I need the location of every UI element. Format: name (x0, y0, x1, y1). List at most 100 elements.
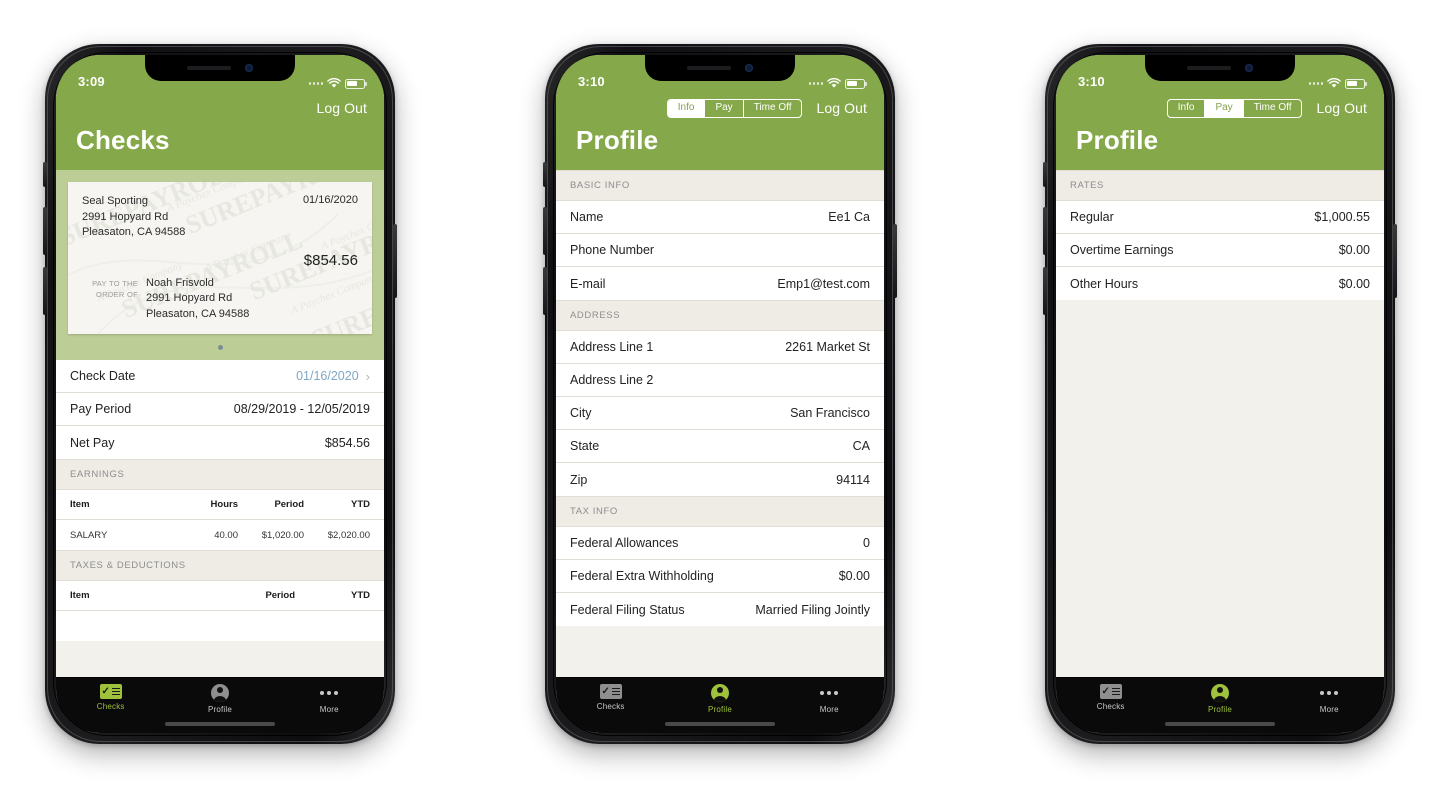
status-clock: 3:10 (1078, 74, 1105, 89)
segment-time-off[interactable]: Time Off (1244, 100, 1302, 117)
segment-info[interactable]: Info (667, 99, 706, 117)
power-button[interactable] (1393, 224, 1397, 298)
row-email[interactable]: E-mail Emp1@test.com (556, 267, 884, 300)
more-icon (818, 684, 840, 702)
tab-more[interactable]: More (275, 684, 384, 714)
wifi-icon (327, 78, 341, 89)
tab-label: More (319, 705, 339, 714)
row-value: $0.00 (838, 569, 870, 583)
volume-down-button[interactable] (43, 267, 47, 315)
check-payee-name: Noah Frisvold (146, 276, 214, 289)
volume-up-button[interactable] (43, 207, 47, 255)
row-other-hours[interactable]: Other Hours $0.00 (1056, 267, 1384, 300)
header-top-bar: Info Pay Time Off Log Out (556, 93, 884, 123)
phone-device-checks: 3:09 Log Out Checks SUREPAYROLL SUREPAYR… (43, 44, 397, 744)
checks-icon: ✓ (99, 684, 122, 699)
tab-checks[interactable]: ✓ Checks (1056, 684, 1165, 711)
segment-info[interactable]: Info (1168, 99, 1206, 117)
section-header-basic-info: BASIC INFO (556, 170, 884, 201)
row-value: Ee1 Ca (828, 210, 870, 224)
home-indicator[interactable] (665, 722, 775, 726)
row-pay-period: Pay Period 08/29/2019 - 12/05/2019 (56, 393, 384, 426)
check-payee-city: Pleasaton, CA 94588 (146, 308, 250, 321)
status-indicators (1308, 78, 1367, 89)
app-header-checks: Log Out Checks (56, 93, 384, 170)
page-title: Profile (1076, 125, 1159, 155)
tab-more[interactable]: More (1275, 684, 1384, 714)
mute-switch[interactable] (1043, 162, 1047, 187)
check-amount: $854.56 (303, 251, 358, 269)
row-phone-number[interactable]: Phone Number (556, 234, 884, 267)
section-header-rates: RATES (1056, 170, 1384, 201)
tab-checks[interactable]: ✓ Checks (56, 684, 165, 711)
col-ytd: YTD (351, 590, 370, 601)
row-federal-allowances[interactable]: Federal Allowances 0 (556, 527, 884, 560)
check-company-city: Pleasaton, CA 94588 (82, 226, 186, 239)
volume-down-button[interactable] (543, 267, 547, 315)
mute-switch[interactable] (43, 162, 47, 187)
row-label: State (570, 439, 600, 453)
segment-pay[interactable]: Pay (1205, 99, 1244, 117)
tab-label: Profile (707, 705, 733, 714)
row-check-date[interactable]: Check Date 01/16/2020 › (56, 360, 384, 393)
tab-profile[interactable]: Profile (665, 684, 774, 714)
row-city[interactable]: City San Francisco (556, 397, 884, 430)
checks-icon: ✓ (599, 684, 622, 699)
volume-down-button[interactable] (1043, 267, 1047, 315)
tab-profile[interactable]: Profile (1165, 684, 1274, 714)
mute-switch[interactable] (543, 162, 547, 187)
segment-pay[interactable]: Pay (705, 99, 744, 117)
logout-button[interactable]: Log Out (816, 100, 867, 116)
row-name[interactable]: Name Ee1 Ca (556, 201, 884, 234)
col-item: Item (70, 590, 90, 601)
cell-ytd: $2,020.00 (327, 529, 370, 541)
wifi-icon (1327, 78, 1341, 89)
app-header-profile: Info Pay Time Off Log Out Profile (1056, 93, 1384, 170)
segment-time-off[interactable]: Time Off (744, 100, 802, 117)
chevron-right-icon: › (365, 368, 370, 384)
row-value: 0 (863, 536, 870, 550)
row-address-line-1[interactable]: Address Line 1 2261 Market St (556, 331, 884, 364)
status-clock: 3:09 (78, 74, 105, 89)
row-label: Federal Allowances (570, 536, 679, 550)
home-indicator[interactable] (165, 722, 275, 726)
check-payto-block: PAY TO THE ORDER OF Noah Frisvold 2991 H… (82, 276, 358, 323)
check-image-card[interactable]: SUREPAYROLL SUREPAYROLL SUREPAYROLL SURE… (68, 182, 372, 334)
row-federal-filing-status[interactable]: Federal Filing Status Married Filing Joi… (556, 593, 884, 626)
row-label: Address Line 1 (570, 340, 654, 354)
checks-icon: ✓ (1099, 684, 1122, 699)
tab-label: More (819, 705, 839, 714)
profile-icon (210, 684, 229, 702)
row-label: E-mail (570, 276, 606, 291)
row-label: Other Hours (1070, 276, 1139, 291)
pay-to-the-order-of-label: PAY TO THE ORDER OF (82, 276, 138, 323)
logout-button[interactable]: Log Out (316, 100, 367, 116)
more-icon (318, 684, 340, 702)
volume-up-button[interactable] (1043, 207, 1047, 255)
row-state[interactable]: State CA (556, 430, 884, 463)
tab-profile[interactable]: Profile (165, 684, 274, 714)
power-button[interactable] (393, 224, 397, 298)
row-overtime-earnings[interactable]: Overtime Earnings $0.00 (1056, 234, 1384, 267)
logout-button[interactable]: Log Out (1316, 100, 1367, 116)
cell-period: $1,020.00 (261, 529, 304, 541)
tab-more[interactable]: More (775, 684, 884, 714)
app-header-profile: Info Pay Time Off Log Out Profile (556, 93, 884, 170)
volume-up-button[interactable] (543, 207, 547, 255)
home-indicator[interactable] (1165, 722, 1275, 726)
power-button[interactable] (893, 224, 897, 298)
row-federal-extra-withholding[interactable]: Federal Extra Withholding $0.00 (556, 560, 884, 593)
profile-segmented-control[interactable]: Info Pay Time Off (1166, 98, 1303, 118)
row-regular[interactable]: Regular $1,000.55 (1056, 201, 1384, 234)
row-address-line-2[interactable]: Address Line 2 (556, 364, 884, 397)
profile-segmented-control[interactable]: Info Pay Time Off (666, 98, 803, 118)
phone-device-profile-pay: 3:10 Info Pay Time Off Log Out Profile R… (1043, 44, 1397, 744)
tab-checks[interactable]: ✓ Checks (556, 684, 665, 711)
phone-device-profile-info: 3:10 Info Pay Time Off Log Out Profile B… (543, 44, 897, 744)
check-payee-block: Noah Frisvold 2991 Hopyard Rd Pleasaton,… (146, 276, 249, 323)
row-value: 08/29/2019 - 12/05/2019 (233, 402, 370, 416)
section-header-address: ADDRESS (556, 300, 884, 331)
cellular-signal-icon (808, 82, 823, 85)
row-zip[interactable]: Zip 94114 (556, 463, 884, 496)
check-page-indicator[interactable] (56, 334, 384, 360)
